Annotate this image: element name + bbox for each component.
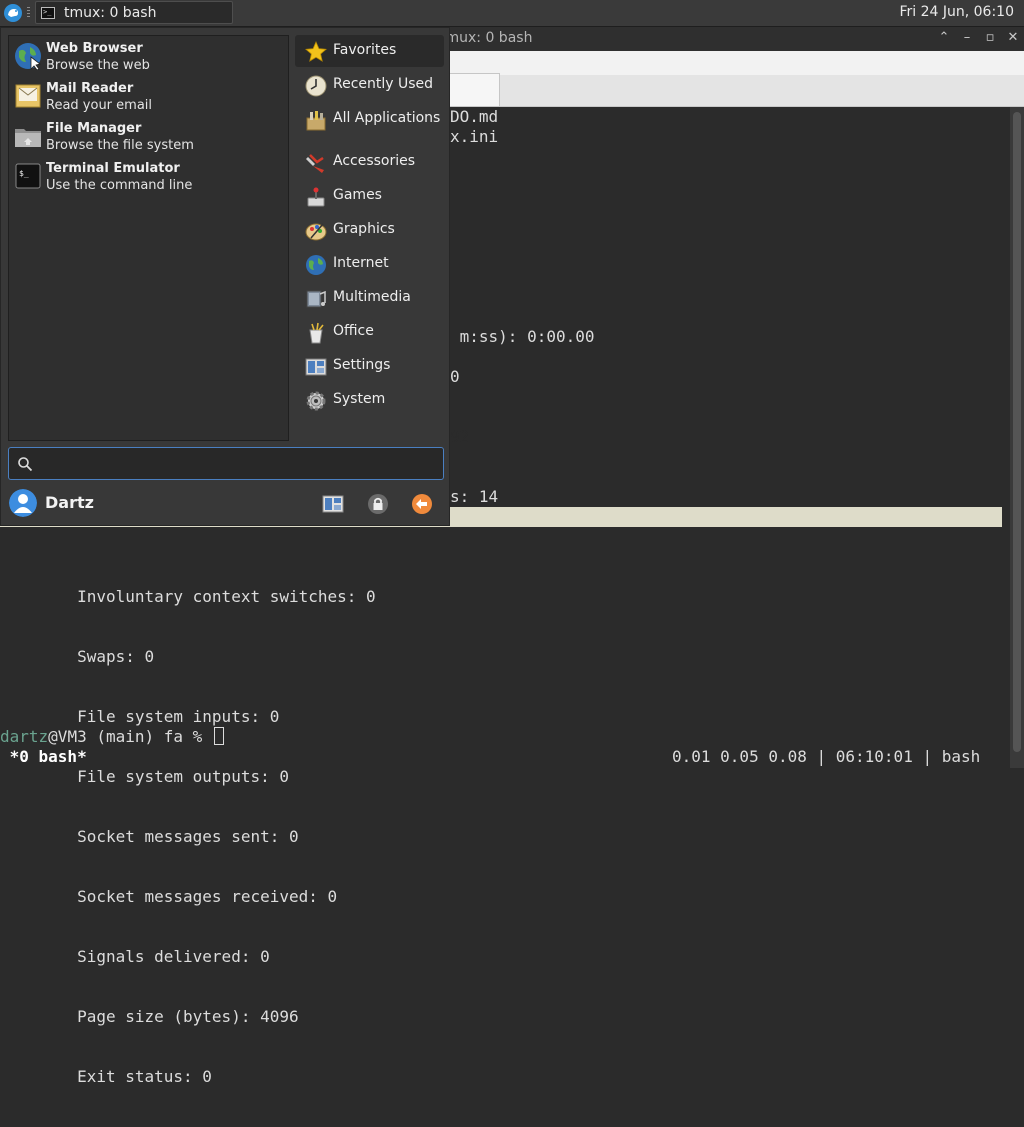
favorite-web-browser[interactable]: Web Browser Browse the web bbox=[12, 38, 282, 76]
favorite-mail-reader[interactable]: Mail Reader Read your email bbox=[12, 78, 282, 116]
accessories-icon bbox=[306, 154, 324, 173]
avatar[interactable] bbox=[9, 489, 37, 517]
applications-icon bbox=[306, 111, 326, 131]
clock[interactable]: Fri 24 Jun, 06:10 bbox=[899, 4, 1014, 20]
favorites-list: Web Browser Browse the web Mail Reader R… bbox=[8, 35, 289, 441]
category-graphics[interactable]: Graphics bbox=[295, 214, 444, 246]
category-label: Recently Used bbox=[333, 76, 434, 92]
terminal-line: 92 bbox=[450, 427, 470, 446]
favorite-desc: Browse the web bbox=[46, 58, 150, 73]
output-line: Involuntary context switches: 0 bbox=[0, 587, 376, 606]
gear-icon bbox=[306, 391, 326, 411]
category-label: System bbox=[333, 391, 386, 407]
scrollbar-thumb[interactable] bbox=[1013, 112, 1021, 752]
web-browser-icon bbox=[15, 43, 41, 70]
output-line: Exit status: 0 bbox=[0, 1067, 212, 1086]
xfce-mouse-icon bbox=[4, 4, 22, 22]
window-shade-button[interactable]: ⌃ bbox=[935, 29, 953, 47]
panel-handle[interactable] bbox=[27, 7, 30, 19]
category-label: Office bbox=[333, 323, 374, 339]
top-panel: >_ tmux: 0 bash Fri 24 Jun, 06:10 bbox=[0, 0, 1024, 27]
category-settings[interactable]: Settings bbox=[295, 350, 444, 382]
terminal-line: x.ini bbox=[450, 127, 499, 146]
favorite-desc: Read your email bbox=[46, 98, 153, 113]
output-line: File system outputs: 0 bbox=[0, 767, 289, 786]
file-manager-icon bbox=[15, 129, 41, 147]
output-line: File system inputs: 0 bbox=[0, 707, 280, 726]
category-label: All Applications bbox=[333, 110, 441, 126]
category-label: Games bbox=[333, 187, 382, 203]
output-line: Socket messages sent: 0 bbox=[0, 827, 299, 846]
logout-icon[interactable] bbox=[411, 493, 433, 515]
lock-icon[interactable] bbox=[367, 493, 389, 515]
favorite-name: Mail Reader bbox=[46, 81, 134, 96]
window-title: tmux: 0 bash bbox=[440, 30, 533, 46]
category-label: Internet bbox=[333, 255, 389, 271]
tmux-window-list[interactable]: *0 bash* bbox=[0, 747, 87, 767]
output-line: Page size (bytes): 4096 bbox=[0, 1007, 299, 1026]
search-input[interactable] bbox=[39, 452, 439, 477]
category-office[interactable]: Office bbox=[295, 316, 444, 348]
terminal-emulator-icon: $_ bbox=[15, 163, 41, 189]
category-system[interactable]: System bbox=[295, 384, 444, 416]
terminal-line: m:ss): 0:00.00 bbox=[450, 327, 595, 346]
favorite-terminal-emulator[interactable]: $_ Terminal Emulator Use the command lin… bbox=[12, 158, 282, 196]
favorite-name: Web Browser bbox=[46, 41, 143, 56]
category-multimedia[interactable]: Multimedia bbox=[295, 282, 444, 314]
office-icon bbox=[309, 322, 324, 344]
taskbar-label: tmux: 0 bash bbox=[64, 5, 157, 21]
settings-icon bbox=[305, 358, 327, 376]
output-block: Involuntary context switches: 0 Swaps: 0… bbox=[0, 547, 376, 1127]
category-label: Multimedia bbox=[333, 289, 411, 305]
taskbar-button-tmux[interactable]: >_ tmux: 0 bash bbox=[35, 1, 233, 24]
graphics-icon bbox=[305, 223, 327, 241]
tmux-status-right: 0.01 0.05 0.08 | 06:10:01 | bash bbox=[672, 747, 981, 766]
window-maximize-button[interactable]: ▫ bbox=[981, 29, 999, 47]
user-row: Dartz bbox=[9, 488, 445, 520]
terminal-line: s: 14 bbox=[450, 487, 499, 506]
star-icon bbox=[305, 41, 327, 62]
svg-text:$_: $_ bbox=[19, 169, 29, 178]
prompt-user: dartz bbox=[0, 727, 49, 746]
settings-manager-icon[interactable] bbox=[322, 493, 344, 515]
favorite-name: File Manager bbox=[46, 121, 142, 136]
text-cursor bbox=[213, 727, 224, 745]
multimedia-icon bbox=[306, 290, 326, 308]
username: Dartz bbox=[45, 493, 94, 512]
category-label: Settings bbox=[333, 357, 391, 373]
terminal-tab[interactable] bbox=[448, 73, 500, 106]
clock-icon bbox=[305, 75, 327, 97]
output-line: Socket messages received: 0 bbox=[0, 887, 338, 906]
search-icon bbox=[18, 457, 33, 472]
category-favorites[interactable]: Favorites bbox=[295, 35, 444, 67]
category-label: Accessories bbox=[333, 153, 416, 169]
mail-reader-icon bbox=[15, 84, 41, 108]
favorite-desc: Use the command line bbox=[46, 178, 193, 193]
games-icon bbox=[307, 187, 325, 207]
output-line: Swaps: 0 bbox=[0, 647, 155, 666]
shell-prompt: dartz@VM3 (main) fa % bbox=[0, 727, 224, 747]
category-label: Graphics bbox=[333, 221, 395, 237]
category-internet[interactable]: Internet bbox=[295, 248, 444, 280]
favorite-name: Terminal Emulator bbox=[46, 161, 180, 176]
globe-icon bbox=[306, 255, 326, 275]
terminal-icon: >_ bbox=[41, 7, 55, 19]
category-all-applications[interactable]: All Applications bbox=[295, 103, 444, 135]
category-accessories[interactable]: Accessories bbox=[295, 146, 444, 178]
favorite-file-manager[interactable]: File Manager Browse the file system bbox=[12, 118, 282, 156]
menu-search-box[interactable] bbox=[8, 447, 444, 480]
applications-menu-button[interactable] bbox=[3, 3, 23, 23]
whisker-menu: Web Browser Browse the web Mail Reader R… bbox=[0, 27, 450, 526]
window-close-button[interactable]: ✕ bbox=[1004, 29, 1022, 47]
favorite-desc: Browse the file system bbox=[46, 138, 194, 153]
terminal-scrollbar[interactable] bbox=[1010, 107, 1024, 768]
terminal-line: DO.md bbox=[450, 107, 499, 126]
window-minimize-button[interactable]: – bbox=[958, 29, 976, 47]
category-games[interactable]: Games bbox=[295, 180, 444, 212]
prompt-text: @VM3 (main) fa % bbox=[48, 727, 212, 746]
terminal-line: 0 bbox=[450, 367, 460, 386]
category-recently-used[interactable]: Recently Used bbox=[295, 69, 444, 101]
category-label: Favorites bbox=[333, 42, 397, 58]
output-line: Signals delivered: 0 bbox=[0, 947, 270, 966]
